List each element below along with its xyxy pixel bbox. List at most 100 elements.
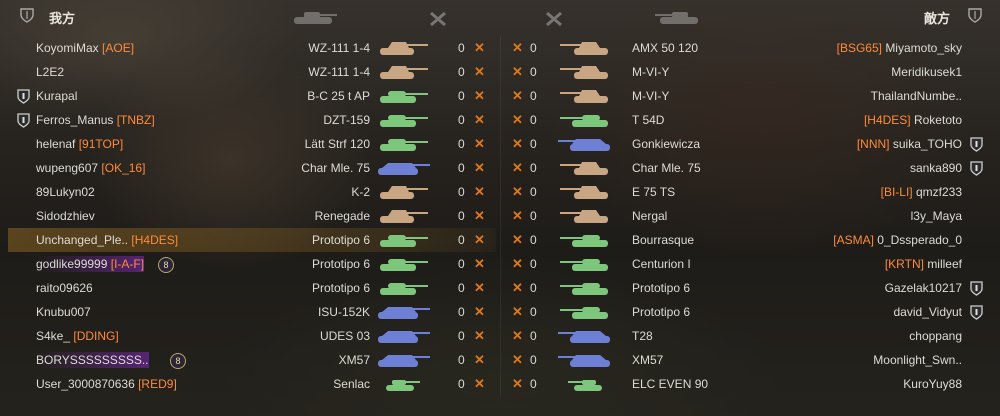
ally-cross-icon: ✕ [474,328,485,343]
ally-tank-icon [378,355,430,367]
ally-player-cell[interactable]: Kurapal B-C 25 t AP 0 ✕ [8,84,496,108]
ally-frags-count: 0 [458,161,465,175]
enemy-player-cell[interactable]: ✕ 0 Prototipo 6 Gazelak10217 [504,276,990,300]
enemy-tank-icon [560,162,608,175]
table-row: BORYSSSSSSSSS.. 8 XM57 0 ✕ ✕ 0 XM57 Moonligh… [0,348,1000,372]
enemy-cross-icon: ✕ [512,184,523,199]
table-row: 89Lukyn02 K-2 0 ✕ ✕ 0 E 75 TS [BI-LI] qmzf2… [0,180,1000,204]
platoon-icon: 8 [170,353,186,369]
clan-tag: [91TOP] [78,137,124,151]
enemy-team-shield-icon [968,8,982,23]
frags-column-cross-icon [430,11,446,27]
ally-player-cell[interactable]: Sidodzhiev Renegade 0 ✕ [8,204,496,228]
enemy-player-cell[interactable]: ✕ 0 Bourrasque [ASMA] 0_Dssperado_0 [504,228,990,252]
ally-player-name: raito09626 [36,280,93,296]
enemy-vehicle-name: Nergal [632,209,668,223]
player-name-text: Miyamoto_sky [885,41,962,55]
ally-player-name: BORYSSSSSSSSS.. [36,352,149,368]
enemy-frags-count: 0 [530,185,537,199]
ally-player-cell[interactable]: S4ke_ [DDING] UDES 03 0 ✕ [8,324,496,348]
table-row: raito09626 Prototipo 6 0 ✕ ✕ 0 Prototipo 6 … [0,276,1000,300]
ally-player-cell[interactable]: wupeng607 [OK_16] Char Mle. 75 0 ✕ [8,156,496,180]
enemy-vehicle-name: Centurion I [632,257,691,271]
ally-cross-icon: ✕ [474,136,485,151]
enemy-cross-icon: ✕ [512,352,523,367]
ally-player-name: helenaf [91TOP] [36,136,123,152]
enemy-tank-icon [558,331,610,343]
table-row: KoyomiMax [AOE] WZ-111 1-4 0 ✕ ✕ 0 AMX 50 1… [0,36,1000,60]
enemy-player-cell[interactable]: ✕ 0 ELC EVEN 90 KuroYuy88 [504,372,990,396]
enemy-player-cell[interactable]: ✕ 0 Nergal l3y_Maya [504,204,990,228]
rank-badge-icon [970,161,983,176]
ally-vehicle-name: Senlac [333,377,370,391]
ally-frags-count: 0 [458,377,465,391]
enemy-frags-count: 0 [530,329,537,343]
vehicle-column-tank-icon [294,12,337,24]
enemy-player-cell[interactable]: ✕ 0 E 75 TS [BI-LI] qmzf233 [504,180,990,204]
enemy-player-cell[interactable]: ✕ 0 M-VI-Y ThailandNumbe.. [504,84,990,108]
player-name-text: Ferros_Manus [36,113,114,127]
enemy-vehicle-name: XM57 [632,353,664,367]
ally-player-cell[interactable]: godlike99999 [I-A-F] 8 Prototipo 6 0 ✕ [8,252,496,276]
ally-player-cell[interactable]: 89Lukyn02 K-2 0 ✕ [8,180,496,204]
enemy-vehicle-name: M-VI-Y [632,89,670,103]
player-name-text: S4ke_ [36,329,71,343]
ally-player-cell[interactable]: raito09626 Prototipo 6 0 ✕ [8,276,496,300]
enemy-cross-icon: ✕ [512,112,523,127]
enemy-vehicle-name: ELC EVEN 90 [632,377,709,391]
player-name-text: godlike99999 [36,257,108,271]
enemy-player-cell[interactable]: ✕ 0 XM57 Moonlight_Swn.. [504,348,990,372]
enemy-player-cell[interactable]: ✕ 0 T28 choppang [504,324,990,348]
ally-cross-icon: ✕ [474,352,485,367]
clan-tag: [NNN] [856,137,890,151]
ally-player-cell[interactable]: Knubu007 ISU-152K 0 ✕ [8,300,496,324]
ally-player-cell[interactable]: User_3000870636 [RED9] Senlac 0 ✕ [8,372,496,396]
enemy-player-cell[interactable]: ✕ 0 Char Mle. 75 sanka890 [504,156,990,180]
ally-vehicle-name: WZ-111 1-4 [308,65,370,79]
enemy-player-cell[interactable]: ✕ 0 Centurion I [KRTN] milleef [504,252,990,276]
clan-tag: [OK_16] [101,161,146,175]
ally-tank-icon [380,66,428,79]
table-row: Unchanged_Ple.. [H4DES] Prototipo 6 0 ✕ ✕ 0… [0,228,1000,252]
ally-player-cell[interactable]: KoyomiMax [AOE] WZ-111 1-4 0 ✕ [8,36,496,60]
enemy-player-cell[interactable]: ✕ 0 Prototipo 6 david_Vidyut [504,300,990,324]
enemy-frags-count: 0 [530,281,537,295]
ally-player-cell[interactable]: L2E2 WZ-111 1-4 0 ✕ [8,60,496,84]
rank-badge-icon [970,137,983,152]
clan-tag: [ASMA] [833,233,874,247]
enemy-cross-icon: ✕ [512,208,523,223]
enemy-tank-icon [560,210,608,223]
ally-player-cell[interactable]: Unchanged_Ple.. [H4DES] Prototipo 6 0 ✕ [8,228,496,252]
ally-frags-count: 0 [458,233,465,247]
ally-cross-icon: ✕ [474,304,485,319]
ally-frags-count: 0 [458,257,465,271]
ally-vehicle-name: Renegade [314,209,370,223]
ally-vehicle-name: Prototipo 6 [311,257,370,271]
ally-player-cell[interactable]: Ferros_Manus [TNBZ] DZT-159 0 ✕ [8,108,496,132]
clan-tag: [TNBZ] [116,113,155,127]
enemy-player-name: Moonlight_Swn.. [873,352,962,368]
enemy-player-cell[interactable]: ✕ 0 T 54D [H4DES] Roketoto [504,108,990,132]
enemy-vehicle-name: Gonkiewicza [632,137,701,151]
team-header: 我方 敵方 [0,0,1000,34]
player-name-text: Kurapal [36,89,78,103]
ally-frags-count: 0 [458,209,465,223]
player-name-text: Knubu007 [36,305,91,319]
player-name-text: Unchanged_Ple.. [36,233,129,247]
ally-player-cell[interactable]: helenaf [91TOP] Lätt Strf 120 0 ✕ [8,132,496,156]
ally-vehicle-name: Prototipo 6 [311,233,370,247]
enemy-vehicle-name: E 75 TS [632,185,676,199]
ally-player-cell[interactable]: BORYSSSSSSSSS.. 8 XM57 0 ✕ [8,348,496,372]
ally-vehicle-name: K-2 [351,185,370,199]
ally-player-name: L2E2 [36,64,64,80]
ally-frags-count: 0 [458,65,465,79]
ally-tank-icon [380,210,428,223]
enemy-frags-count: 0 [530,233,537,247]
enemy-player-cell[interactable]: ✕ 0 M-VI-Y Meridikusek1 [504,60,990,84]
enemy-player-cell[interactable]: ✕ 0 AMX 50 120 [BSG65] Miyamoto_sky [504,36,990,60]
enemy-player-name: Meridikusek1 [891,64,962,80]
ally-tank-icon [380,42,428,55]
table-row: L2E2 WZ-111 1-4 0 ✕ ✕ 0 M-VI-Y Meridikusek1 [0,60,1000,84]
team-shield-icon [20,8,34,23]
enemy-player-cell[interactable]: ✕ 0 Gonkiewicza [NNN] suika_TOHO [504,132,990,156]
